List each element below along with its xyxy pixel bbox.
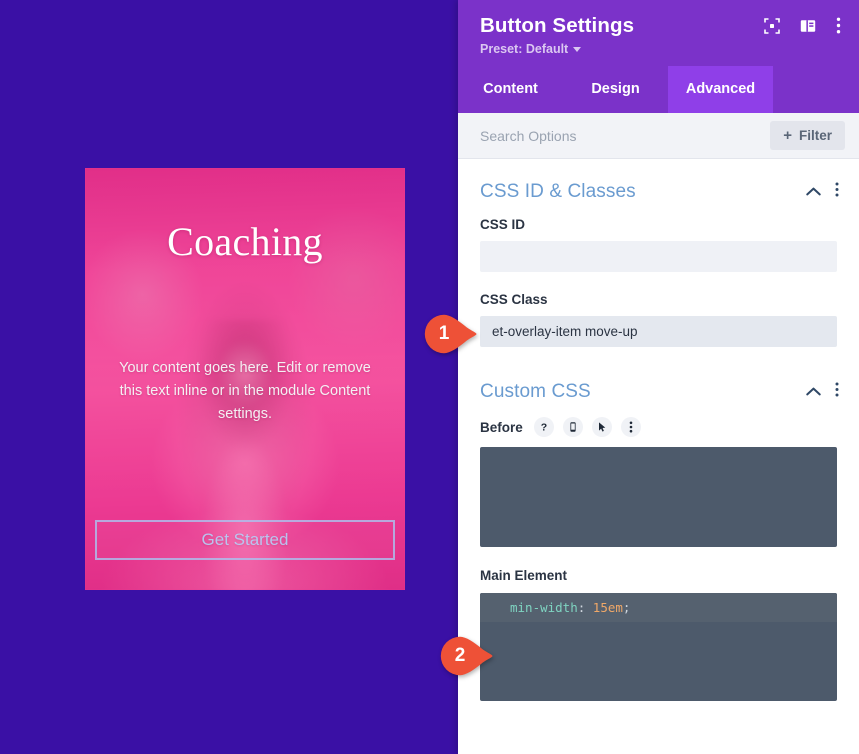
- panel-header-icons: [764, 17, 841, 34]
- field-css-class: CSS Class: [458, 292, 859, 347]
- panel-body: CSS ID & Classes CSS ID CSS Class et-ove…: [458, 159, 859, 754]
- before-code-editor[interactable]: [480, 447, 837, 547]
- module-preview-area: Coaching Your content goes here. Edit or…: [0, 0, 458, 754]
- more-options-icon[interactable]: [620, 417, 641, 437]
- plus-icon: +: [783, 127, 792, 144]
- card-body-text: Your content goes here. Edit or remove t…: [119, 360, 371, 422]
- card-title: Coaching: [167, 219, 323, 264]
- section-title-css-id-classes: CSS ID & Classes: [480, 181, 636, 202]
- css-class-input[interactable]: [480, 316, 837, 347]
- callout-badge-1: 1: [424, 314, 478, 354]
- main-element-label-row: Main Element: [458, 568, 859, 583]
- hover-cursor-icon[interactable]: [591, 417, 612, 437]
- filter-label: Filter: [798, 128, 832, 143]
- tab-content[interactable]: Content: [458, 66, 563, 113]
- svg-text:?: ?: [541, 422, 547, 433]
- chevron-down-icon: [573, 46, 582, 52]
- section-tools: [806, 182, 839, 202]
- before-editor-label-row: Before ?: [458, 417, 859, 437]
- css-property-token: min-width: [510, 600, 578, 615]
- promo-card[interactable]: Coaching Your content goes here. Edit or…: [85, 168, 405, 590]
- card-content: Coaching Your content goes here. Edit or…: [85, 168, 405, 590]
- section-title-custom-css: Custom CSS: [480, 381, 591, 402]
- settings-panel: Button Settings Preset: Default Content …: [458, 0, 859, 754]
- section-header-css-id-classes[interactable]: CSS ID & Classes: [458, 159, 859, 217]
- css-class-label: CSS Class: [480, 292, 548, 307]
- code-line[interactable]: min-width: 15em;: [480, 593, 837, 622]
- focus-frame-icon[interactable]: [764, 17, 780, 34]
- main-element-code-editor[interactable]: min-width: 15em;: [480, 593, 837, 701]
- main-element-label: Main Element: [480, 568, 568, 583]
- css-semicolon-token: ;: [622, 600, 631, 615]
- help-icon[interactable]: ?: [533, 417, 554, 437]
- css-value-token: 15em: [592, 600, 623, 615]
- filter-button[interactable]: + Filter: [770, 121, 845, 150]
- css-colon-token: :: [577, 600, 593, 615]
- preset-label: Preset: Default: [480, 42, 569, 56]
- css-id-input[interactable]: [480, 241, 837, 272]
- panel-header: Button Settings Preset: Default: [458, 0, 859, 66]
- search-options-row: + Filter: [458, 113, 859, 159]
- section-tools: [806, 382, 839, 402]
- app-root: Coaching Your content goes here. Edit or…: [0, 0, 859, 754]
- chevron-up-icon[interactable]: [806, 383, 821, 401]
- panel-tabs: Content Design Advanced: [458, 66, 859, 113]
- field-css-id: CSS ID: [458, 217, 859, 272]
- search-input[interactable]: [480, 127, 771, 144]
- more-options-icon[interactable]: [835, 182, 839, 202]
- preset-selector[interactable]: Preset: Default: [480, 42, 839, 56]
- section-header-custom-css[interactable]: Custom CSS: [458, 347, 859, 417]
- before-label: Before: [480, 419, 523, 435]
- more-options-icon[interactable]: [836, 17, 841, 34]
- chevron-up-icon[interactable]: [806, 183, 821, 201]
- callout-badge-2: 2: [440, 636, 494, 676]
- layout-toggle-icon[interactable]: [800, 18, 816, 34]
- get-started-button[interactable]: Get Started: [95, 520, 395, 560]
- tab-design[interactable]: Design: [563, 66, 668, 113]
- mobile-icon[interactable]: [562, 417, 583, 437]
- css-id-label: CSS ID: [480, 217, 526, 232]
- tab-advanced[interactable]: Advanced: [668, 66, 773, 113]
- more-options-icon[interactable]: [835, 382, 839, 402]
